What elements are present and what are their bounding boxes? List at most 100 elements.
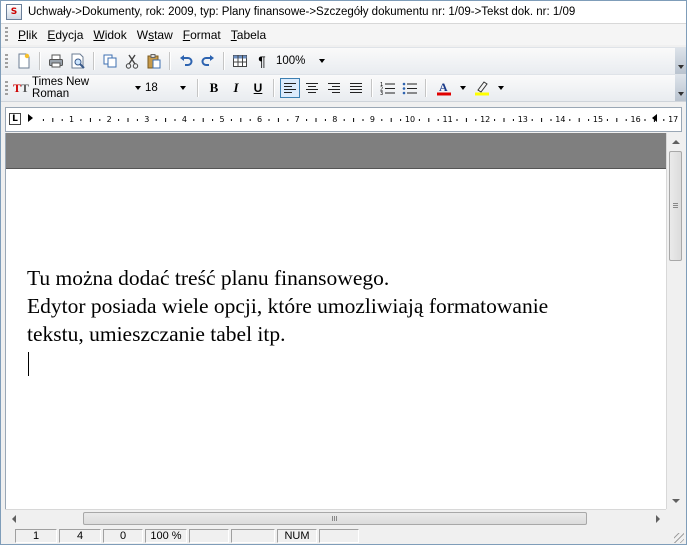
align-right-button[interactable] xyxy=(324,78,344,98)
document-line[interactable]: Tu można dodać treść planu finansowego. xyxy=(27,264,548,292)
print-icon xyxy=(49,54,63,68)
menu-tabela[interactable]: Tabela xyxy=(226,28,271,42)
redo-button[interactable] xyxy=(198,51,218,71)
horizontal-scrollbar[interactable] xyxy=(5,509,666,527)
print-preview-button[interactable] xyxy=(68,51,88,71)
standard-toolbar: ¶ 100% xyxy=(1,47,686,75)
underline-button[interactable]: U xyxy=(248,78,268,98)
left-indent-marker[interactable] xyxy=(28,114,33,122)
document-text[interactable]: Tu można dodać treść planu finansowego. … xyxy=(27,264,548,348)
new-document-icon xyxy=(18,53,30,69)
chevron-down-icon[interactable] xyxy=(498,86,504,90)
tab-type-selector[interactable]: L xyxy=(9,113,21,125)
toolbar-separator xyxy=(273,79,275,97)
align-justify-button[interactable] xyxy=(346,78,366,98)
toolbar-separator xyxy=(371,79,373,97)
align-right-icon xyxy=(328,83,340,93)
highlight-color-button[interactable] xyxy=(470,78,494,98)
chevron-down-icon[interactable] xyxy=(460,86,466,90)
ruler-number: 14 xyxy=(555,115,565,124)
scroll-right-button[interactable] xyxy=(649,510,666,527)
formatting-toolbar: TT Times New Roman 18 B I U 123 A xyxy=(1,74,686,102)
resize-grip[interactable] xyxy=(674,533,684,543)
align-center-button[interactable] xyxy=(302,78,322,98)
status-empty-panel xyxy=(231,528,275,543)
status-field-3: 0 xyxy=(103,528,143,543)
ruler-number: 8 xyxy=(332,115,337,124)
align-justify-icon xyxy=(350,83,362,93)
undo-button[interactable] xyxy=(176,51,196,71)
ruler-number: 9 xyxy=(370,115,375,124)
chevron-down-icon xyxy=(135,86,141,90)
thumb-grip xyxy=(336,516,337,521)
status-empty-panel xyxy=(189,528,229,543)
new-document-button[interactable] xyxy=(14,51,34,71)
ruler-number: 15 xyxy=(593,115,603,124)
ruler-number: 16 xyxy=(631,115,641,124)
status-empty-panel xyxy=(319,528,359,543)
ruler-number: 1 xyxy=(69,115,74,124)
scroll-up-button[interactable] xyxy=(667,133,684,150)
scroll-down-button[interactable] xyxy=(667,492,684,509)
vertical-scrollbar[interactable] xyxy=(666,133,684,509)
numbered-list-icon: 123 xyxy=(380,82,395,95)
ruler-number: 4 xyxy=(182,115,187,124)
ruler-number: 13 xyxy=(518,115,528,124)
ruler[interactable]: 1 2 3 4 5 6 7 8 9 10 11 12 13 14 15 16 17 L xyxy=(5,107,682,132)
font-size-value: 18 xyxy=(145,82,158,94)
paste-button[interactable] xyxy=(144,51,164,71)
document-app-icon[interactable]: S xyxy=(6,4,22,20)
copy-icon xyxy=(103,54,117,68)
align-left-button[interactable] xyxy=(280,78,300,98)
menu-format[interactable]: Format xyxy=(178,28,226,42)
numbered-list-button[interactable]: 123 xyxy=(378,78,398,98)
redo-icon xyxy=(201,55,214,66)
zoom-value: 100% xyxy=(276,55,306,67)
menu-grip-handle[interactable] xyxy=(5,27,8,42)
ruler-number: 2 xyxy=(107,115,112,124)
scroll-left-button[interactable] xyxy=(5,510,22,527)
zoom-select[interactable]: 100% xyxy=(276,52,334,70)
copy-button[interactable] xyxy=(100,51,120,71)
toolbar-overflow-button[interactable] xyxy=(675,48,686,74)
thumb-grip xyxy=(673,205,678,206)
italic-button[interactable]: I xyxy=(226,78,246,98)
ruler-number: 3 xyxy=(144,115,149,124)
document-line[interactable]: Edytor posiada wiele opcji, które umozli… xyxy=(27,292,548,320)
align-left-icon xyxy=(284,83,296,93)
toolbar-separator xyxy=(425,79,427,97)
document-line[interactable]: tekstu, umieszczanie tabel itp. xyxy=(27,320,548,348)
thumb-grip xyxy=(673,203,678,204)
toolbar-grip-handle[interactable] xyxy=(5,53,8,69)
vertical-scroll-thumb[interactable] xyxy=(669,151,682,261)
cut-icon xyxy=(125,54,139,69)
font-name-select[interactable]: TT Times New Roman xyxy=(13,76,141,100)
font-color-button[interactable]: A xyxy=(432,78,456,98)
ruler-number: 10 xyxy=(405,115,415,124)
status-line: 1 xyxy=(15,528,57,543)
font-size-select[interactable]: 18 xyxy=(145,79,193,97)
print-preview-icon xyxy=(71,53,85,69)
document-editor[interactable]: Tu można dodać treść planu finansowego. … xyxy=(5,133,667,509)
paragraph-marks-button[interactable]: ¶ xyxy=(252,51,272,71)
cut-button[interactable] xyxy=(122,51,142,71)
menu-plik[interactable]: Plik xyxy=(13,28,42,42)
toolbar-overflow-button[interactable] xyxy=(675,75,686,101)
horizontal-scroll-thumb[interactable] xyxy=(83,512,587,525)
bold-button[interactable]: B xyxy=(204,78,224,98)
align-center-icon xyxy=(306,83,318,93)
insert-table-button[interactable] xyxy=(230,51,250,71)
menu-wstaw[interactable]: Wstaw xyxy=(132,28,178,42)
underline-icon: U xyxy=(253,81,263,95)
bullet-list-button[interactable] xyxy=(400,78,420,98)
font-color-icon: A xyxy=(437,80,451,96)
ruler-scale: 1 2 3 4 5 6 7 8 9 10 11 12 13 14 15 16 17 xyxy=(28,114,678,124)
print-button[interactable] xyxy=(46,51,66,71)
ruler-number: 5 xyxy=(219,115,224,124)
menu-widok[interactable]: Widok xyxy=(88,28,131,42)
menu-edycja[interactable]: Edycja xyxy=(42,28,88,42)
truetype-font-icon: TT xyxy=(13,80,30,95)
ruler-number: 12 xyxy=(480,115,490,124)
ruler-number: 17 xyxy=(668,115,678,124)
toolbar-grip-handle[interactable] xyxy=(5,80,8,96)
